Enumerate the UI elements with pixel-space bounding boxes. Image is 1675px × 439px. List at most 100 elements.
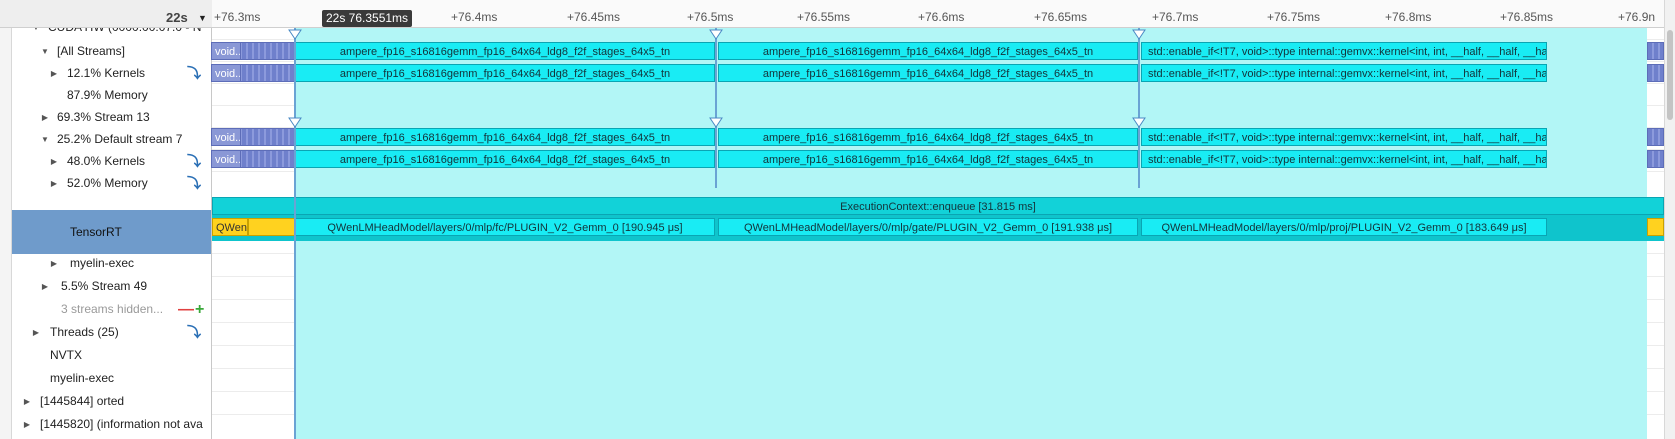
chevron-right-icon[interactable]: ▶ (22, 413, 32, 436)
kernel-gemv[interactable]: std::enable_if<!T7, void>::type internal… (1141, 64, 1547, 82)
marker-icon[interactable] (1132, 117, 1146, 128)
time-ruler[interactable]: +76.3ms +76.4ms +76.45ms +76.5ms +76.55m… (212, 0, 1664, 28)
marker-icon[interactable] (1132, 29, 1146, 40)
marker-icon[interactable] (288, 117, 302, 128)
scrollbar-thumb[interactable] (1667, 30, 1673, 120)
chevron-right-icon[interactable]: ▶ (31, 321, 41, 344)
chevron-down-icon[interactable]: ▼ (198, 13, 207, 23)
ruler-tick: +76.85ms (1500, 10, 1554, 24)
timeline-tree: ▼ CUDA HW (0000:00:07.0 - N ▼ [All Strea… (0, 0, 212, 439)
pin-icon[interactable]: ⤵ (187, 172, 201, 195)
kernel-gemm[interactable]: ampere_fp16_s16816gemm_fp16_64x64_ldg8_f… (718, 150, 1138, 168)
kernel-void[interactable]: void... (211, 42, 241, 60)
tree-row-all-memory[interactable]: 87.9% Memory (12, 84, 211, 107)
tree-row-default-stream-7[interactable]: ▼ 25.2% Default stream 7 (12, 128, 211, 151)
timeline-canvas[interactable]: void... ampere_fp16_s16816gemm_fp16_64x6… (211, 28, 1664, 439)
marker-icon[interactable] (709, 29, 723, 40)
chevron-down-icon[interactable]: ▼ (40, 128, 50, 151)
range-marker-line[interactable] (715, 28, 717, 188)
ruler-tick: +76.3ms (214, 10, 261, 24)
chevron-right-icon[interactable]: ▶ (49, 62, 59, 85)
vertical-scrollbar[interactable] (1664, 0, 1675, 439)
kernel-void[interactable]: void... (211, 150, 241, 168)
plus-icon[interactable]: + (195, 298, 204, 321)
tree-row-tensorrt[interactable]: TensorRT (12, 210, 211, 254)
tree-row-stream-13[interactable]: ▶ 69.3% Stream 13 (12, 106, 211, 129)
tree-row-myelin-exec-thread[interactable]: myelin-exec (12, 367, 211, 390)
chevron-right-icon[interactable]: ▶ (49, 172, 59, 195)
tree-row-label: 52.0% Memory (67, 176, 148, 190)
ruler-tick: +76.4ms (451, 10, 498, 24)
tree-row-label: 25.2% Default stream 7 (57, 132, 183, 146)
tree-row-label: 12.1% Kernels (67, 66, 146, 80)
kernel-void[interactable]: void... (211, 64, 241, 82)
tree-row-orted[interactable]: ▶ [1445844] orted (12, 390, 211, 413)
nvtx-range[interactable] (248, 218, 295, 236)
layer-fc-range[interactable]: QWenLMHeadModel/layers/0/mlp/fc/PLUGIN_V… (295, 218, 715, 236)
range-marker-line[interactable] (1138, 28, 1140, 188)
minus-icon[interactable]: — (178, 298, 194, 321)
kernel-stripe[interactable] (1647, 64, 1664, 82)
tree-row-stream7-kernels[interactable]: ▶ 48.0% Kernels ⤵ (12, 150, 211, 173)
pin-icon[interactable]: ⤵ (187, 321, 201, 344)
cursor-time-badge: 22s 76.3551ms (322, 10, 413, 27)
nvtx-range[interactable] (1647, 218, 1664, 236)
kernel-stripe[interactable] (1647, 42, 1664, 60)
tree-row-all-kernels[interactable]: ▶ 12.1% Kernels ⤵ (12, 62, 211, 85)
tree-row-hidden-streams: 3 streams hidden... — + (12, 298, 211, 321)
tree-row-myelin-exec[interactable]: ▶ myelin-exec (12, 252, 211, 275)
tree-row-label: 87.9% Memory (67, 88, 148, 102)
tree-gutter (0, 0, 12, 439)
tree-row-label: myelin-exec (50, 371, 115, 385)
tree-row-process-1445820[interactable]: ▶ [1445820] (information not ava (12, 413, 211, 436)
tree-row-label: [1445820] (information not ava (40, 417, 203, 431)
kernel-gemm[interactable]: ampere_fp16_s16816gemm_fp16_64x64_ldg8_f… (295, 64, 715, 82)
kernel-gemm[interactable]: ampere_fp16_s16816gemm_fp16_64x64_ldg8_f… (718, 128, 1138, 146)
tree-row-label: 69.3% Stream 13 (57, 110, 150, 124)
tree-row-stream-49[interactable]: ▶ 5.5% Stream 49 (12, 275, 211, 298)
range-marker-line[interactable] (294, 28, 296, 439)
ruler-tick: +76.8ms (1385, 10, 1432, 24)
kernel-gemm[interactable]: ampere_fp16_s16816gemm_fp16_64x64_ldg8_f… (295, 150, 715, 168)
kernel-gemv[interactable]: std::enable_if<!T7, void>::type internal… (1141, 128, 1547, 146)
kernel-stripe[interactable] (1647, 150, 1664, 168)
tree-row-threads[interactable]: ▶ Threads (25) ⤵ (12, 321, 211, 344)
marker-icon[interactable] (709, 117, 723, 128)
tree-row-label: [1445844] orted (40, 394, 125, 408)
chevron-down-icon[interactable]: ▼ (40, 40, 50, 63)
tree-row-all-streams[interactable]: ▼ [All Streams] (12, 40, 211, 63)
ruler-tick: +76.7ms (1152, 10, 1199, 24)
tree-row-nvtx[interactable]: NVTX (12, 344, 211, 367)
tree-row-label: NVTX (50, 348, 83, 362)
kernel-gemm[interactable]: ampere_fp16_s16816gemm_fp16_64x64_ldg8_f… (718, 42, 1138, 60)
tree-row-label: Threads (25) (50, 325, 119, 339)
tree-row-label: TensorRT (70, 225, 122, 239)
kernel-stripe[interactable] (1647, 128, 1664, 146)
marker-icon[interactable] (288, 29, 302, 40)
ruler-tick: +76.6ms (918, 10, 965, 24)
kernel-void[interactable]: void... (211, 128, 241, 146)
tree-row-label: 48.0% Kernels (67, 154, 146, 168)
kernel-gemv[interactable]: std::enable_if<!T7, void>::type internal… (1141, 42, 1547, 60)
chevron-right-icon[interactable]: ▶ (22, 390, 32, 413)
pin-icon[interactable]: ⤵ (187, 150, 201, 173)
kernel-gemm[interactable]: ampere_fp16_s16816gemm_fp16_64x64_ldg8_f… (295, 42, 715, 60)
layer-proj-range[interactable]: QWenLMHeadModel/layers/0/mlp/proj/PLUGIN… (1141, 218, 1547, 236)
kernel-gemm[interactable]: ampere_fp16_s16816gemm_fp16_64x64_ldg8_f… (295, 128, 715, 146)
chevron-right-icon[interactable]: ▶ (49, 252, 59, 275)
ruler-tick: +76.5ms (687, 10, 734, 24)
chevron-right-icon[interactable]: ▶ (40, 106, 50, 129)
chevron-right-icon[interactable]: ▶ (40, 275, 50, 298)
tree-row-stream7-memory[interactable]: ▶ 52.0% Memory ⤵ (12, 172, 211, 195)
chevron-right-icon[interactable]: ▶ (49, 150, 59, 173)
kernel-gemm[interactable]: ampere_fp16_s16816gemm_fp16_64x64_ldg8_f… (718, 64, 1138, 82)
nvtx-qwen-range[interactable]: QWen... (212, 218, 248, 236)
tree-row-label: 5.5% Stream 49 (61, 279, 148, 293)
tree-row-label: myelin-exec (70, 256, 135, 270)
enqueue-range[interactable]: ExecutionContext::enqueue [31.815 ms] (212, 197, 1664, 215)
pin-icon[interactable]: ⤵ (187, 62, 201, 85)
zoom-control[interactable]: 22s ▼ (0, 0, 212, 28)
ruler-tick: +76.45ms (567, 10, 621, 24)
layer-gate-range[interactable]: QWenLMHeadModel/layers/0/mlp/gate/PLUGIN… (718, 218, 1138, 236)
kernel-gemv[interactable]: std::enable_if<!T7, void>::type internal… (1141, 150, 1547, 168)
